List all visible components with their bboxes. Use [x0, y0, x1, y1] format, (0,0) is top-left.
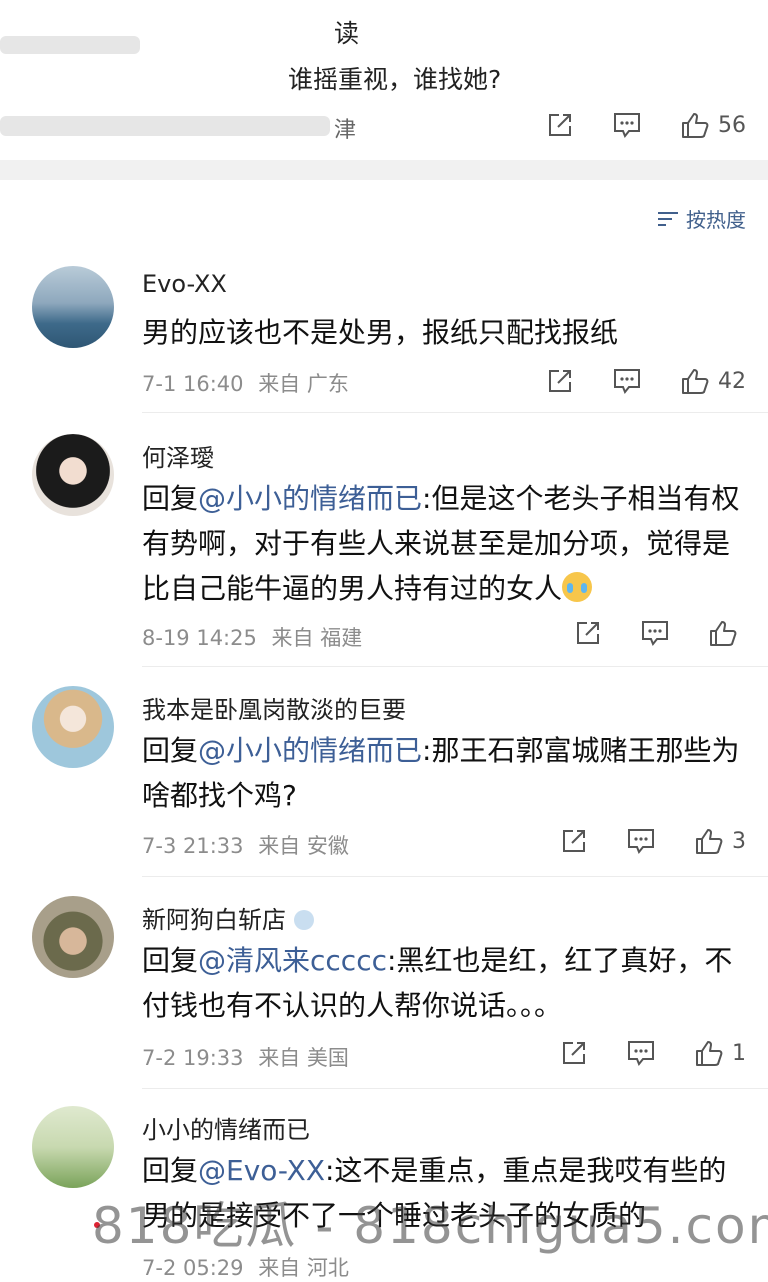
share-icon [577, 622, 599, 644]
comment-text: 回复@小小的情绪而已:但是这个老头子相当有权有势啊，对于有些人来说甚至是加分项，… [142, 476, 742, 611]
comment-source: 来自 安徽 [258, 834, 349, 858]
crying-emoji-icon [562, 572, 593, 602]
comment-author[interactable]: 何泽璦 [142, 438, 214, 473]
like-button[interactable]: 56 [680, 110, 746, 140]
share-button[interactable] [560, 1039, 588, 1067]
like-count: 3 [732, 828, 746, 854]
comment-source: 来自 福建 [271, 626, 363, 650]
comment-actions: 42 [508, 366, 746, 396]
comment-actions [536, 618, 746, 648]
share-button[interactable] [574, 619, 602, 647]
like-count: 42 [718, 368, 746, 394]
comment-author[interactable]: 新阿狗白斩店 [142, 900, 314, 935]
avatar[interactable] [32, 896, 114, 978]
post-text-line2: 谁摇重视，谁找她? [288, 65, 502, 94]
share-button[interactable] [560, 827, 588, 855]
share-button[interactable] [546, 111, 574, 139]
reply-prefix: 回复 [142, 734, 199, 767]
comment-meta: 7-1 16:40 来自 广东 [142, 368, 349, 398]
comment-author[interactable]: Evo-XX [142, 270, 227, 298]
comment-button[interactable] [612, 367, 642, 395]
comment-meta: 7-3 21:33 来自 安徽 [142, 830, 349, 860]
share-icon [549, 370, 571, 392]
author-name: 新阿狗白斩店 [142, 906, 286, 934]
comment-icon [628, 1041, 654, 1066]
comment-time: 7-1 16:40 [142, 372, 244, 396]
sort-label: 按热度 [686, 208, 746, 232]
avatar[interactable] [32, 266, 114, 348]
post-text-line1: 读 [334, 19, 360, 48]
comment-meta: 7-2 19:33 来自 美国 [142, 1042, 349, 1072]
comment-button[interactable] [612, 111, 642, 139]
avatar[interactable] [32, 686, 114, 768]
comment-source: 来自 广东 [258, 372, 349, 396]
comment-text: 回复@小小的情绪而已:那王石郭富城赌王那些为啥都找个鸡? [142, 728, 742, 818]
section-divider [0, 160, 768, 180]
share-button[interactable] [546, 367, 574, 395]
share-icon [563, 830, 585, 852]
comment-actions: 3 [522, 826, 746, 856]
post-author-tail: 津 [334, 118, 357, 143]
mention-link[interactable]: @Evo-XX [198, 1154, 325, 1187]
divider [142, 876, 768, 877]
comment-meta: 8-19 14:25 来自 福建 [142, 622, 362, 652]
comment-icon [614, 369, 640, 394]
like-button[interactable]: 3 [694, 826, 746, 856]
comment-time: 8-19 14:25 [142, 626, 257, 650]
share-icon [563, 1042, 585, 1064]
comment-time: 7-2 05:29 [142, 1256, 244, 1280]
sort-toggle[interactable]: 按热度 [658, 204, 746, 233]
share-icon [549, 114, 571, 136]
comment-author[interactable]: 我本是卧凰岗散淡的巨要 [142, 690, 406, 725]
comment-text: 男的应该也不是处男，报纸只配找报纸 [142, 316, 619, 349]
comment-source: 来自 河北 [258, 1256, 349, 1280]
comment-time: 7-3 21:33 [142, 834, 244, 858]
comment-icon [628, 829, 654, 854]
blurred-author [0, 116, 330, 136]
previous-post-card: 读 谁摇重视，谁找她? 津 56 [0, 0, 768, 160]
divider [142, 1088, 768, 1089]
comment-icon [642, 621, 668, 646]
like-button[interactable] [708, 618, 746, 648]
comment-icon [614, 113, 640, 138]
thumbs-up-icon [696, 829, 723, 854]
like-button[interactable]: 42 [680, 366, 746, 396]
comment-button[interactable] [626, 827, 656, 855]
like-count: 56 [718, 112, 746, 138]
sort-icon [658, 210, 680, 228]
comment-actions: 1 [522, 1038, 746, 1068]
divider [142, 412, 768, 413]
reply-prefix: 回复 [142, 944, 199, 977]
mention-link[interactable]: @小小的情绪而已 [198, 734, 422, 767]
thumbs-up-icon [696, 1041, 723, 1066]
comment-button[interactable] [626, 1039, 656, 1067]
comment-author[interactable]: 小小的情绪而已 [142, 1110, 310, 1145]
comment-button[interactable] [640, 619, 670, 647]
comment-source: 来自 美国 [258, 1046, 349, 1070]
mention-link[interactable]: @清风来ccccc [198, 944, 387, 977]
post-actions: 56 [508, 110, 746, 140]
mention-link[interactable]: @小小的情绪而已 [198, 482, 422, 515]
thumbs-up-icon [682, 113, 709, 138]
avatar[interactable] [32, 1106, 114, 1188]
divider [142, 666, 768, 667]
comment-time: 7-2 19:33 [142, 1046, 244, 1070]
thumbs-up-icon [682, 369, 709, 394]
like-count: 1 [732, 1040, 746, 1066]
comment-text: 回复@清风来ccccc:黑红也是红，红了真好，不付钱也有不认识的人帮你说话。。。 [142, 938, 742, 1028]
avatar[interactable] [32, 434, 114, 516]
like-button[interactable]: 1 [694, 1038, 746, 1068]
reply-prefix: 回复 [142, 1154, 199, 1187]
badge-icon [294, 910, 314, 930]
watermark: 818吃瓜 - 818chigua5.com [92, 1197, 768, 1255]
thumbs-up-icon [710, 621, 737, 646]
reply-prefix: 回复 [142, 482, 199, 515]
blurred-text [0, 36, 140, 54]
